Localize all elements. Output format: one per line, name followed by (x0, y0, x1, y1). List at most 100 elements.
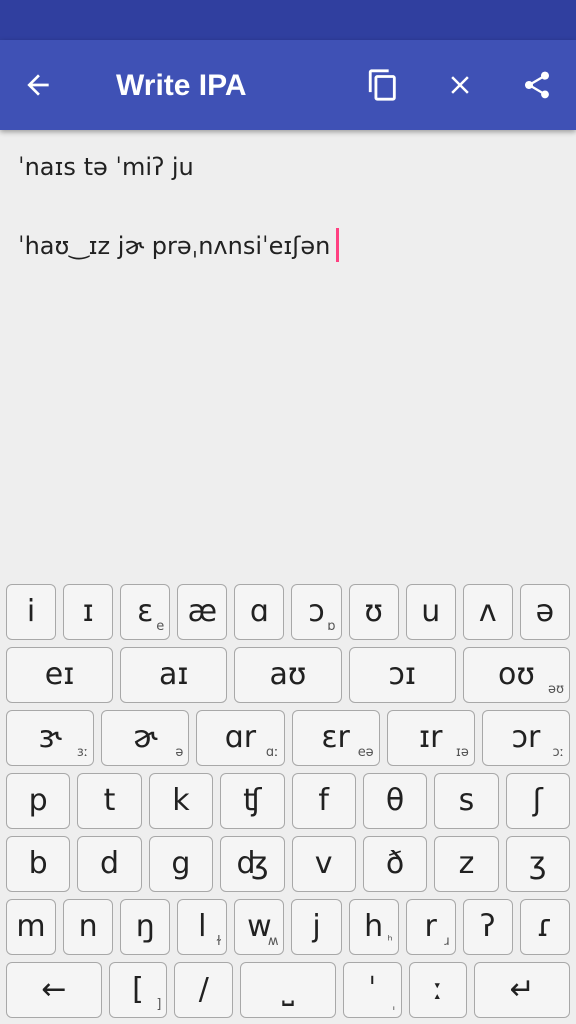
ipa-key[interactable]: hʰ (348, 899, 399, 955)
ipa-text-editor[interactable]: ˈnaɪs tə ˈmiʔ ju ˈhaʊ‿ɪz jɚ prəˌnʌnsiˈeɪ… (0, 130, 576, 580)
key-label: ɑ (249, 594, 269, 629)
ipa-key[interactable]: i (6, 584, 57, 640)
ipa-key[interactable]: ɔr ɔː (481, 710, 571, 766)
backspace-key[interactable]: ← (6, 962, 102, 1018)
key-alt-label: ʍ (267, 934, 279, 949)
key-label: v (314, 846, 333, 881)
ipa-key[interactable]: aʊ (234, 647, 342, 703)
key-label: u (421, 594, 441, 629)
ipa-key[interactable]: ʔ (462, 899, 513, 955)
key-label: ʤ (236, 846, 269, 881)
ipa-key[interactable]: oʊ əʊ (462, 647, 571, 703)
ipa-key[interactable]: ʧ (220, 773, 285, 829)
key-label: ɔr (511, 720, 541, 755)
ipa-key[interactable]: θ (362, 773, 428, 829)
ipa-key[interactable]: ɑ (234, 584, 285, 640)
ipa-key[interactable]: v (291, 836, 356, 892)
key-label: j (312, 909, 321, 944)
key-label: ʒ (529, 846, 547, 881)
ipa-key[interactable]: d (77, 836, 142, 892)
ipa-key[interactable]: ə (519, 584, 570, 640)
ipa-key[interactable]: rɹ (405, 899, 456, 955)
key-label: s (458, 783, 475, 818)
slash-key[interactable]: / (174, 962, 234, 1018)
ipa-key[interactable]: u (405, 584, 456, 640)
bracket-key[interactable]: [] (108, 962, 168, 1018)
key-label: r (424, 909, 437, 944)
ipa-key[interactable]: lɫ (177, 899, 228, 955)
editor-line-2: ˈhaʊ‿ɪz jɚ prəˌnʌnsiˈeɪʃən (18, 228, 558, 262)
key-alt-label: ˌ (392, 997, 396, 1012)
key-alt-label: ə (175, 745, 184, 760)
arrow-back-icon (27, 74, 49, 96)
copy-icon (368, 69, 396, 101)
ipa-key[interactable]: t (77, 773, 142, 829)
ipa-key[interactable]: ʌ (462, 584, 513, 640)
stress-key[interactable]: ˈˌ (342, 962, 402, 1018)
ipa-key[interactable]: s (434, 773, 499, 829)
enter-key[interactable]: ↵ (474, 962, 571, 1018)
key-label: ʔ (480, 909, 496, 944)
key-label: t (103, 783, 116, 818)
key-label: ʃ (532, 783, 543, 818)
ipa-key[interactable]: b (6, 836, 71, 892)
ipa-key[interactable]: æ (177, 584, 228, 640)
key-alt-label: eə (357, 745, 374, 760)
ipa-key[interactable]: ɝ ɜː (6, 710, 95, 766)
ipa-key[interactable]: m (6, 899, 57, 955)
ipa-key[interactable]: ɛe (120, 584, 171, 640)
key-label: g (171, 846, 191, 881)
ipa-key[interactable]: ɚə (101, 710, 190, 766)
key-label: ˈ (368, 972, 377, 1007)
back-button[interactable] (14, 61, 62, 109)
ipa-key[interactable]: wʍ (234, 899, 285, 955)
ipa-key[interactable]: p (6, 773, 71, 829)
key-label: ɝ (38, 720, 62, 755)
ipa-key[interactable]: ð (362, 836, 428, 892)
key-label: b (28, 846, 48, 881)
length-mark-key[interactable]: ː (408, 962, 468, 1018)
ipa-key[interactable]: ɔɪ (348, 647, 456, 703)
ipa-key[interactable]: ʒ (505, 836, 570, 892)
ipa-key[interactable]: ɔɒ (291, 584, 342, 640)
page-title: Write IPA (116, 69, 247, 102)
key-label: ɚ (132, 720, 158, 755)
ipa-key[interactable]: ɪ (63, 584, 114, 640)
editor-line-2-text: ˈhaʊ‿ɪz jɚ prəˌnʌnsiˈeɪʃən (18, 232, 331, 260)
key-label: ː (432, 972, 444, 1007)
share-button[interactable] (513, 61, 561, 109)
key-alt-label: ɑː (265, 745, 279, 760)
share-icon (525, 71, 549, 99)
ipa-key[interactable]: n (63, 899, 114, 955)
key-label: h (364, 909, 384, 944)
ipa-key[interactable]: k (148, 773, 214, 829)
key-label: eɪ (44, 657, 75, 692)
ipa-key[interactable]: ɾ (519, 899, 570, 955)
ipa-key[interactable]: z (434, 836, 499, 892)
ipa-key[interactable]: ɪr ɪə (386, 710, 475, 766)
ipa-key[interactable]: g (148, 836, 214, 892)
key-label: n (78, 909, 98, 944)
ipa-key[interactable]: ɛr eə (291, 710, 380, 766)
close-button[interactable] (436, 61, 484, 109)
key-alt-label: ɜː (76, 745, 89, 760)
key-label: ↵ (509, 972, 535, 1007)
key-label: / (198, 972, 209, 1007)
ipa-key[interactable]: ʤ (220, 836, 285, 892)
ipa-key[interactable]: aɪ (120, 647, 228, 703)
keyboard-row-diphthongs: eɪ aɪ aʊ ɔɪ oʊ əʊ (6, 647, 571, 703)
key-label: z (458, 846, 475, 881)
status-bar (0, 0, 576, 40)
ipa-key[interactable]: j (291, 899, 342, 955)
ipa-key[interactable]: ʊ (348, 584, 399, 640)
copy-button[interactable] (359, 61, 407, 109)
key-label: aɪ (159, 657, 189, 692)
ipa-key[interactable]: ɑr ɑː (196, 710, 285, 766)
ipa-key[interactable]: ŋ (120, 899, 171, 955)
key-label: ɔɪ (388, 657, 417, 692)
ipa-key[interactable]: eɪ (6, 647, 114, 703)
text-caret (336, 228, 340, 262)
ipa-key[interactable]: f (291, 773, 356, 829)
ipa-key[interactable]: ʃ (505, 773, 570, 829)
space-key[interactable]: ⎵ (240, 962, 336, 1018)
